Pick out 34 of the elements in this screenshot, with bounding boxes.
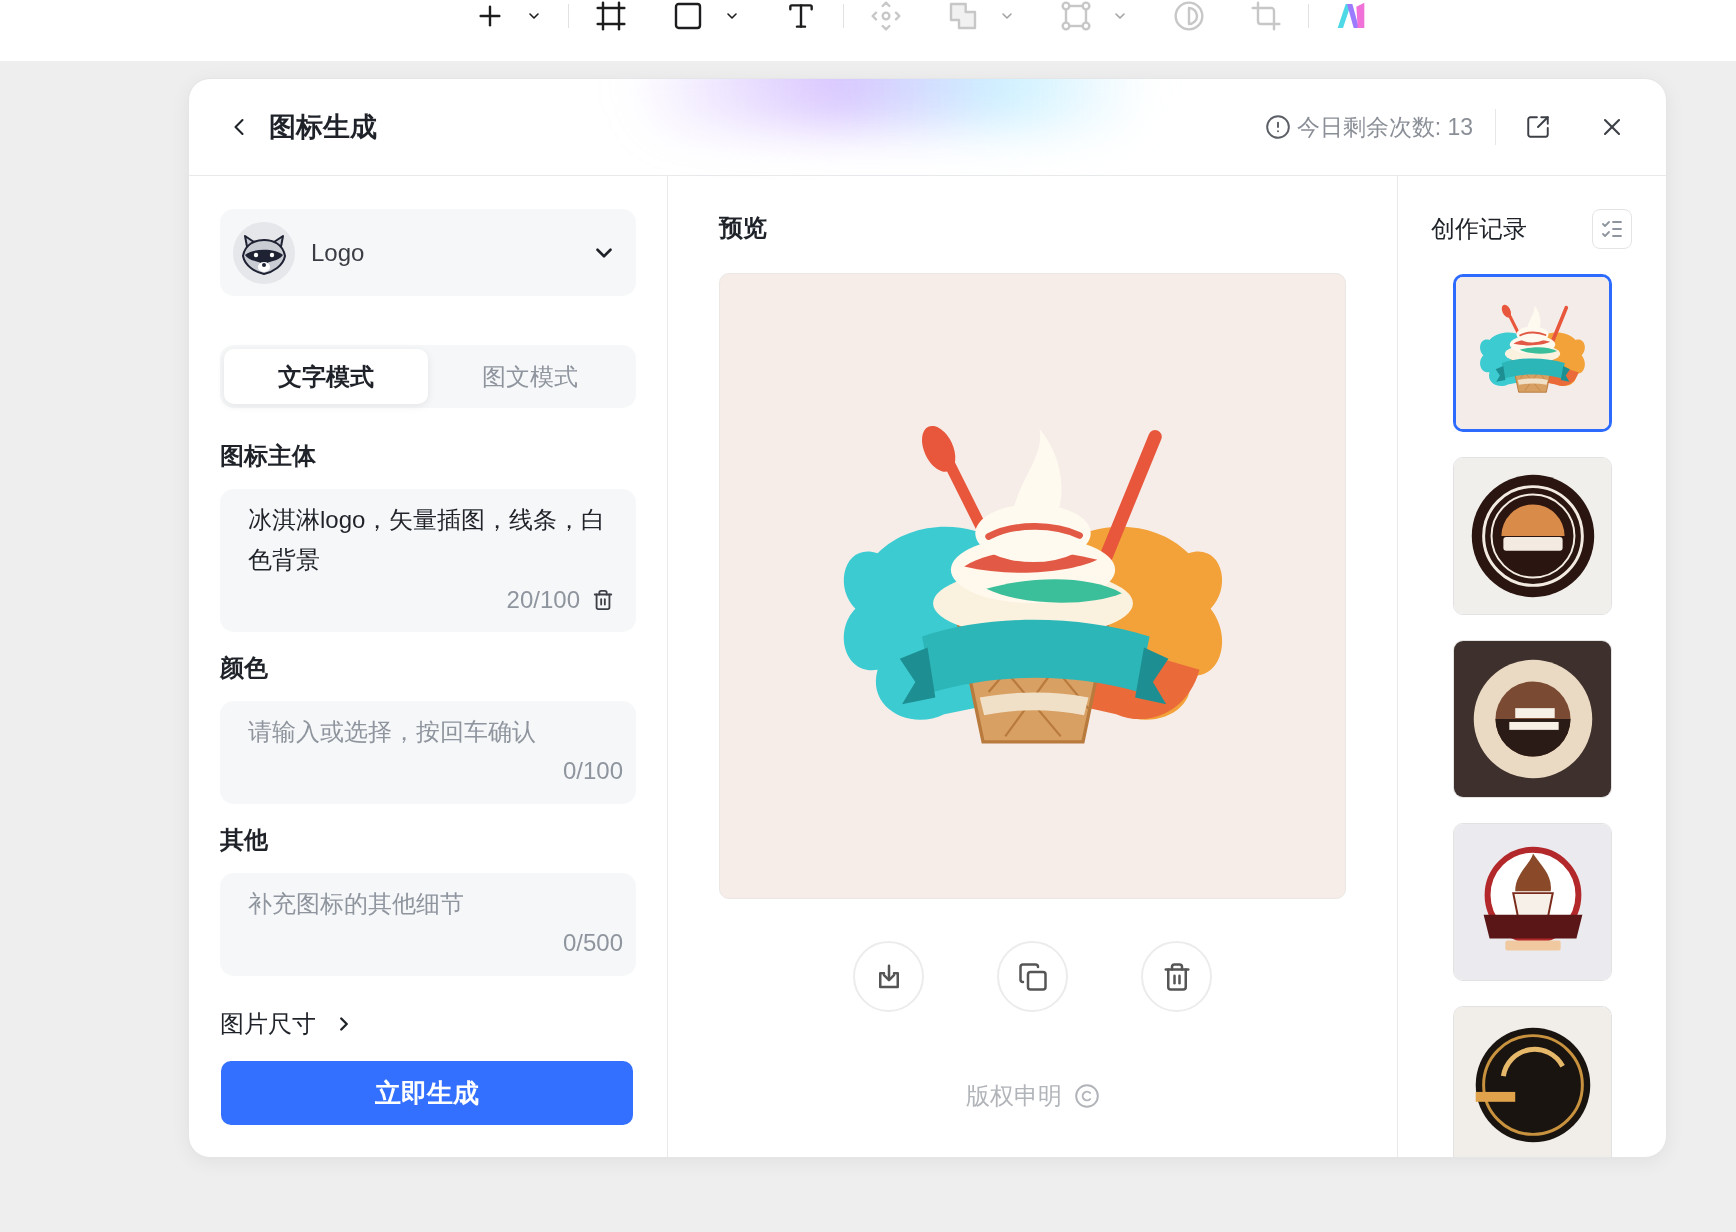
generate-button[interactable]: 立即生成 <box>221 1061 633 1125</box>
info-icon <box>1264 114 1291 140</box>
character-counter: 20/100 <box>506 585 580 615</box>
section-title: 预览 <box>719 213 767 243</box>
expand-icon <box>1525 114 1551 140</box>
field-label: 颜色 <box>220 653 268 683</box>
field-label: 图标主体 <box>220 441 316 471</box>
list-view-button[interactable] <box>1592 209 1632 249</box>
section-title: 创作记录 <box>1431 214 1527 244</box>
image-size-option[interactable]: 图片尺寸 <box>220 1008 355 1040</box>
text-field[interactable]: 补充图标的其他细节 0/500 <box>220 873 636 976</box>
copy-button[interactable] <box>997 941 1068 1012</box>
prompt-field[interactable]: 冰淇淋logo，矢量插图，线条，白色背景 20/100 <box>220 489 636 632</box>
trash-icon[interactable] <box>592 589 614 611</box>
remaining-count-text: 今日剩余次数: 13 <box>1296 113 1473 142</box>
field-label: 其他 <box>220 825 268 855</box>
download-button[interactable] <box>853 941 924 1012</box>
text-input[interactable]: 补充图标的其他细节 <box>248 884 623 924</box>
text-input[interactable]: 请输入或选择，按回车确认 <box>248 712 623 752</box>
square-icon[interactable] <box>672 0 704 32</box>
dialog-title: 图标生成 <box>269 111 377 144</box>
copy-icon <box>1017 961 1048 992</box>
history-thumbnail[interactable] <box>1452 274 1612 432</box>
raccoon-avatar-icon <box>233 221 295 284</box>
frame-icon[interactable] <box>595 0 627 32</box>
expand-button[interactable] <box>1524 113 1552 141</box>
character-counter: 0/500 <box>562 928 623 958</box>
mode-tab[interactable]: 文字模式 <box>224 349 428 404</box>
delete-button[interactable] <box>1141 941 1212 1012</box>
mode-tab[interactable]: 图文模式 <box>428 349 632 404</box>
text-field[interactable]: 请输入或选择，按回车确认 0/100 <box>220 701 636 804</box>
style-dropdown[interactable]: Logo <box>220 209 636 296</box>
character-counter: 0/100 <box>562 756 623 786</box>
copyright-icon <box>1073 1083 1100 1109</box>
